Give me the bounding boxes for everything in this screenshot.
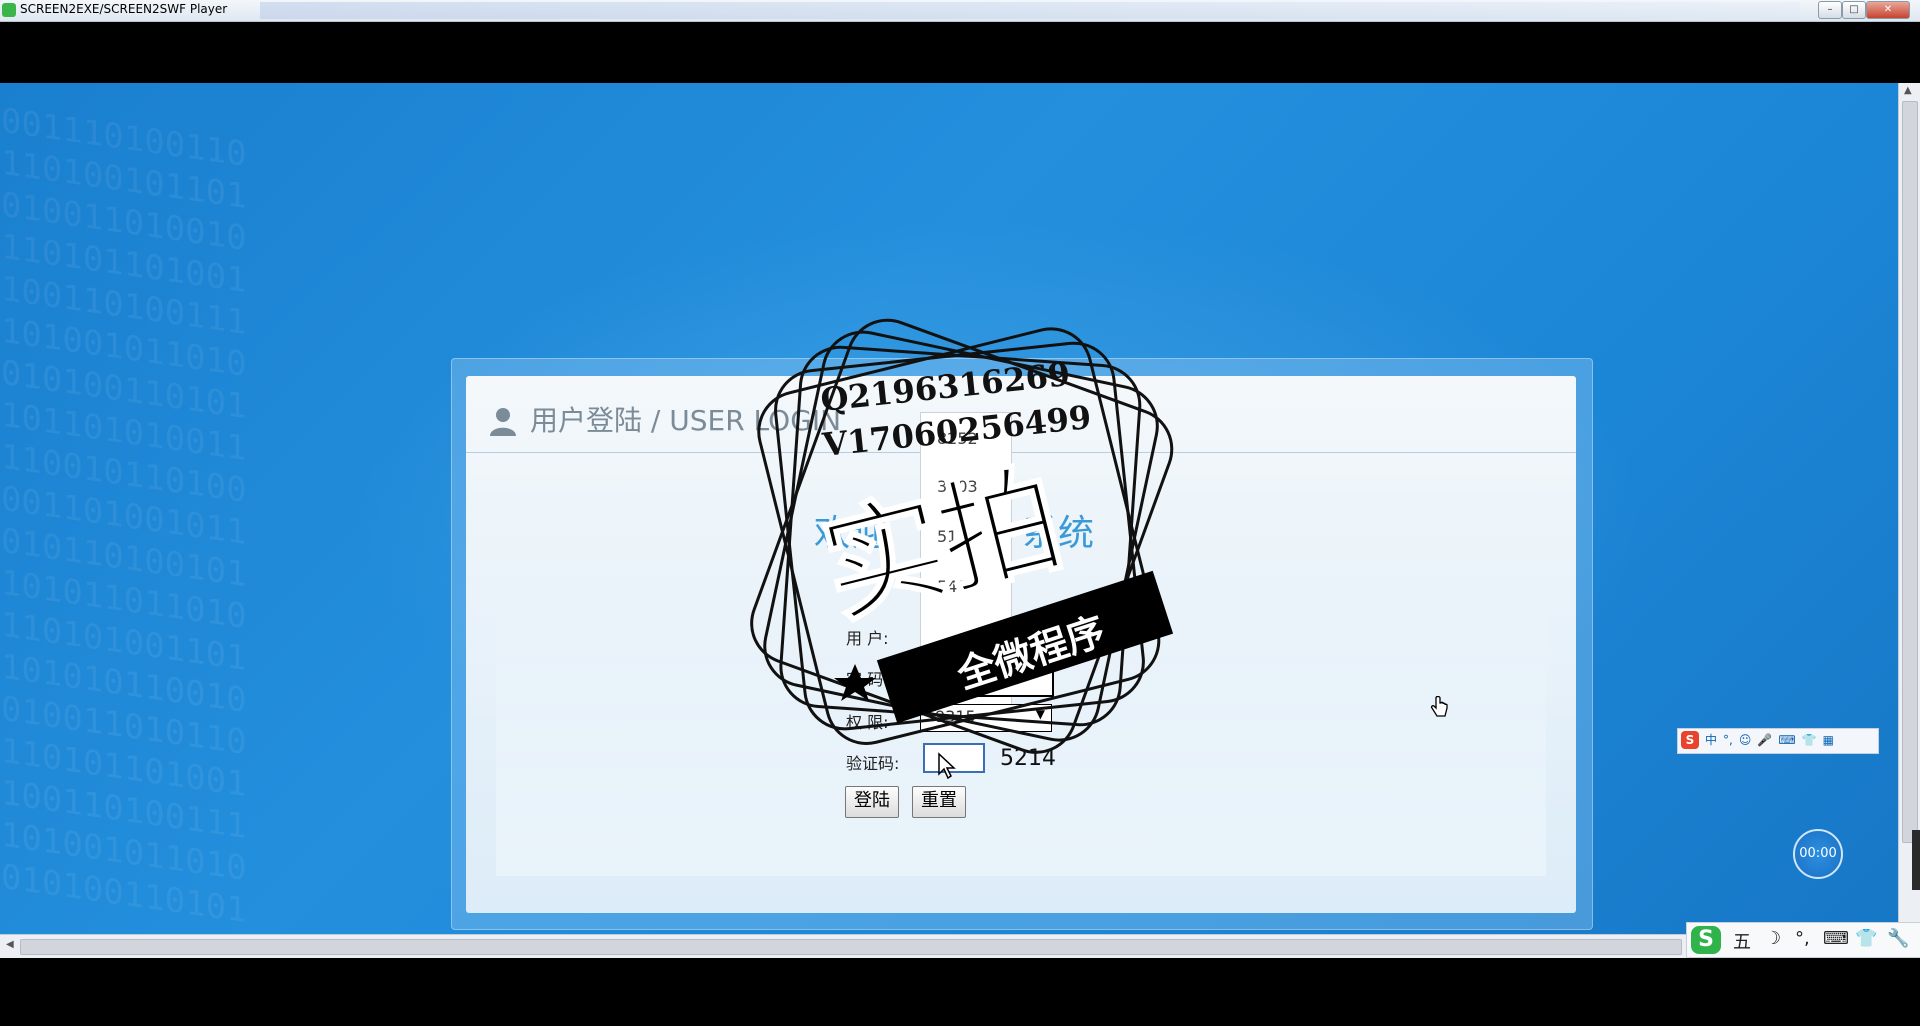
ime-tray[interactable]: S 五 ☽ °, ⌨ 👕 🔧 [1686,922,1920,958]
scroll-up-arrow-icon[interactable]: ▲ [1904,85,1912,96]
side-handle[interactable] [1912,830,1920,890]
window-titlebar: SCREEN2EXE/SCREEN2SWF Player – □ ✕ [0,0,1920,22]
ime-lang-toggle[interactable]: 中 [1705,729,1717,751]
minimize-button[interactable]: – [1818,1,1842,19]
ime-keyboard-icon[interactable]: ⌨ [1778,729,1795,751]
vertical-scroll-thumb[interactable] [1902,101,1918,843]
ime-floating-bar[interactable]: S 中 °, ☺ 🎤 ⌨ 👕 ▦ [1677,728,1879,754]
ime-skin-tray-icon[interactable]: 👕 [1855,928,1877,949]
background-tabs [260,2,1800,19]
watermark-stamp: Q2196316269 V17060256499 实拍 全微程序 [720,296,1200,786]
vertical-scrollbar[interactable]: ▲ [1898,83,1920,934]
app-icon [2,3,16,17]
ime-punct-icon[interactable]: °, [1723,729,1733,751]
hand-cursor-icon [1430,696,1448,717]
user-icon [490,408,516,436]
horizontal-scroll-thumb[interactable] [20,939,1682,955]
ime-keyboard-tray-icon[interactable]: ⌨ [1823,928,1849,949]
ime-menu-icon[interactable]: ▦ [1823,729,1834,751]
letterbox-bottom [0,958,1920,1026]
player-timer[interactable]: 00:00 [1793,829,1843,879]
sogou-ime-icon[interactable]: S [1681,731,1699,749]
maximize-button[interactable]: □ [1842,1,1866,19]
horizontal-scrollbar[interactable]: ◀ [0,934,1920,959]
login-button[interactable]: 登陆 [845,786,899,818]
ime-punct-tray-icon[interactable]: °, [1795,928,1810,949]
ime-wubi-toggle[interactable]: 五 [1733,928,1751,954]
wrench-icon[interactable]: 🔧 [1887,928,1909,949]
ime-moon-icon[interactable]: ☽ [1765,928,1781,949]
window-title: SCREEN2EXE/SCREEN2SWF Player [20,2,228,16]
ime-skin-icon[interactable]: 👕 [1802,729,1817,751]
close-button[interactable]: ✕ [1866,1,1910,19]
ime-mic-icon[interactable]: 🎤 [1757,729,1772,751]
scroll-left-arrow-icon[interactable]: ◀ [6,939,14,950]
sogou-tray-icon[interactable]: S [1691,926,1721,954]
ime-emoji-icon[interactable]: ☺ [1739,729,1752,751]
reset-button[interactable]: 重置 [912,786,966,818]
